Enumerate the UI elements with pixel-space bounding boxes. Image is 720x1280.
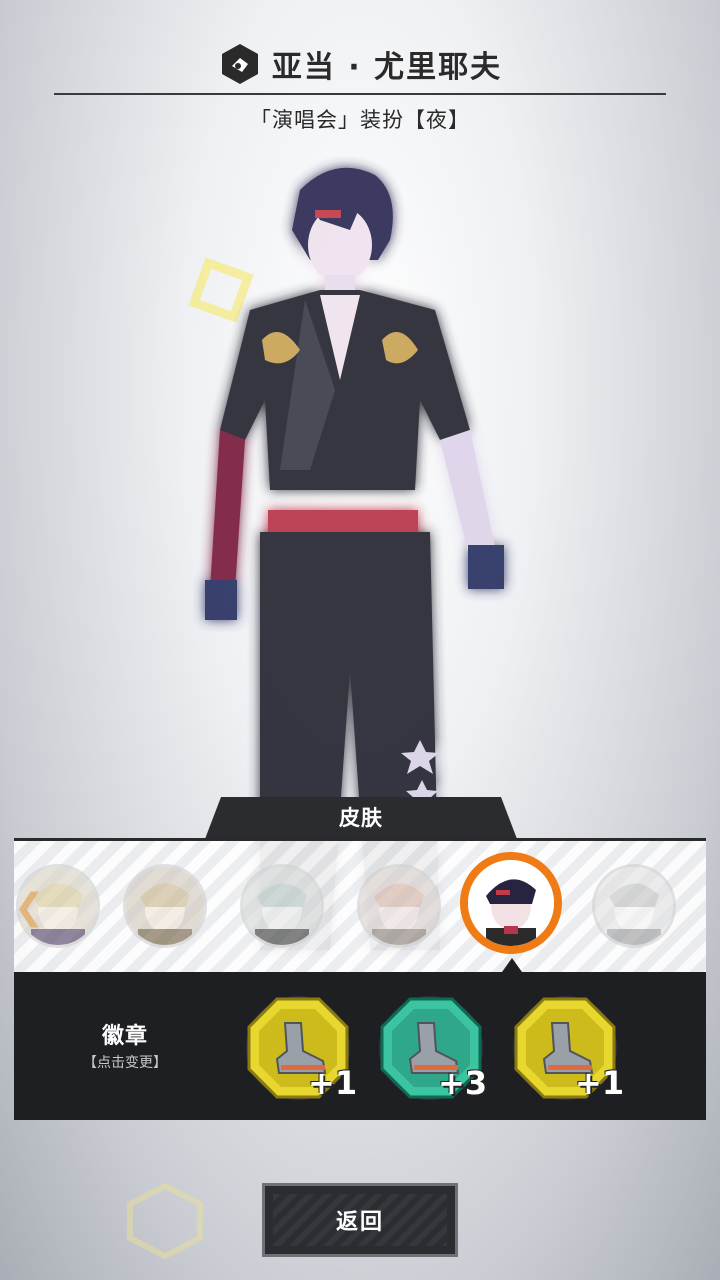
- skin-option[interactable]: [592, 864, 676, 948]
- header: 亚当 · 尤里耶夫 「演唱会」装扮【夜】: [0, 0, 720, 140]
- background-hexagon-decoration: [127, 1182, 203, 1260]
- skin-option[interactable]: [123, 864, 207, 948]
- back-button[interactable]: 返回: [262, 1183, 458, 1257]
- selected-skin-pointer: [502, 958, 522, 972]
- badge-label: 徽章: [101, 1024, 148, 1049]
- title-divider: [54, 93, 666, 95]
- badge-level-3: +1: [575, 1064, 625, 1102]
- skin-option[interactable]: [357, 864, 441, 948]
- skin-option[interactable]: [240, 864, 324, 948]
- badge-change-hint: 【点击变更】: [83, 1055, 167, 1071]
- back-button-label: 返回: [335, 1210, 384, 1235]
- outfit-name: 「演唱会」装扮【夜】: [250, 108, 470, 132]
- skin-tab-label: 皮肤: [339, 806, 383, 830]
- title-row: 亚当 · 尤里耶夫: [0, 36, 720, 92]
- badge-level-1: +1: [308, 1064, 358, 1102]
- skin-option-selected[interactable]: [460, 852, 562, 954]
- character-name: 亚当 · 尤里耶夫: [271, 50, 503, 85]
- faction-hexagon-icon: [221, 44, 258, 84]
- skin-option[interactable]: [16, 864, 100, 948]
- badge-level-2: +3: [438, 1064, 488, 1102]
